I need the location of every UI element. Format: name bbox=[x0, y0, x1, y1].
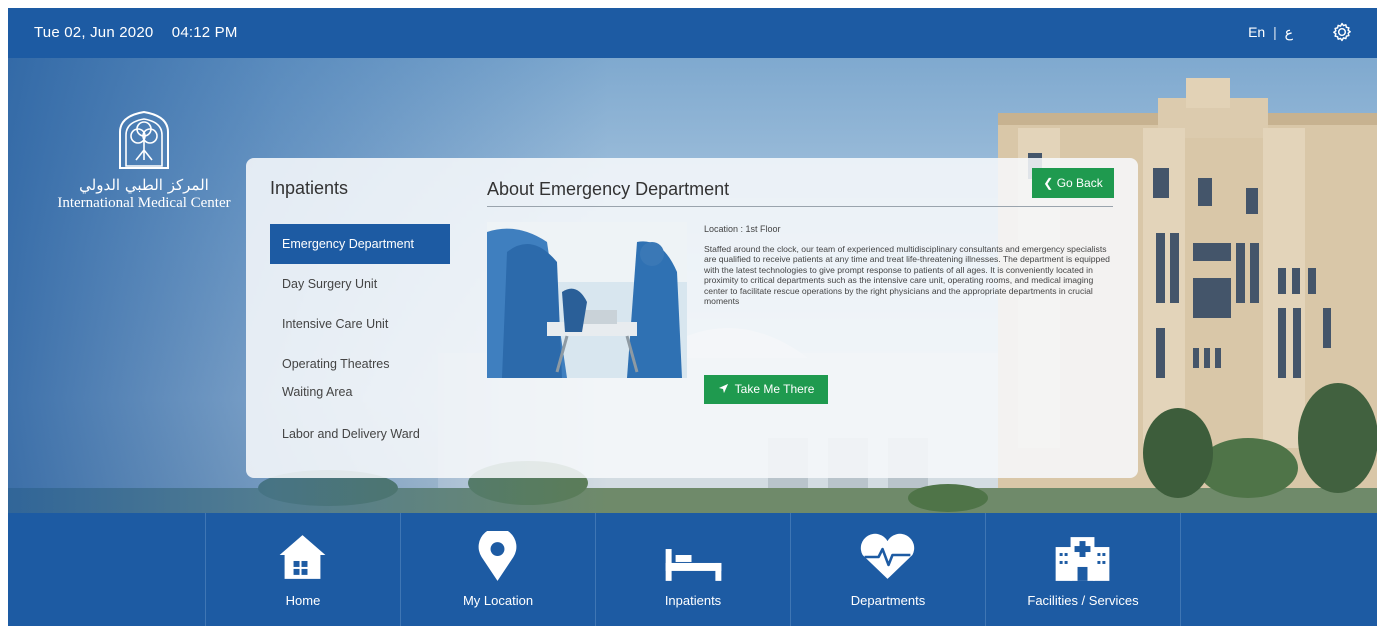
gear-icon[interactable] bbox=[1331, 21, 1353, 43]
emergency-department-photo bbox=[487, 222, 687, 378]
nav-facilities-services-label: Facilities / Services bbox=[1027, 593, 1139, 608]
current-time: 04:12 PM bbox=[171, 24, 238, 41]
go-back-label: Go Back bbox=[1056, 176, 1103, 190]
department-description: Staffed around the clock, our team of ex… bbox=[704, 244, 1110, 307]
inpatients-menu: Emergency Department Day Surgery Unit In… bbox=[270, 224, 450, 454]
nav-my-location-label: My Location bbox=[462, 593, 534, 608]
location-text: Location : 1st Floor bbox=[704, 224, 781, 234]
menu-item-waiting-area[interactable]: Waiting Area bbox=[270, 378, 450, 414]
take-me-there-button[interactable]: Take Me There bbox=[704, 375, 828, 404]
heart-pulse-icon bbox=[860, 533, 915, 579]
menu-item-intensive-care-unit[interactable]: Intensive Care Unit bbox=[270, 304, 450, 344]
nav-my-location[interactable]: My Location bbox=[400, 513, 595, 626]
menu-item-labor-and-delivery-ward[interactable]: Labor and Delivery Ward bbox=[270, 414, 450, 454]
language-switcher: En | ع bbox=[1248, 24, 1293, 41]
current-date: Tue 02, Jun 2020 bbox=[34, 24, 154, 41]
nav-inpatients-label: Inpatients bbox=[664, 593, 722, 608]
menu-item-day-surgery-unit[interactable]: Day Surgery Unit bbox=[270, 264, 450, 304]
logo-english-name: International Medical Center bbox=[57, 195, 231, 211]
imc-logo: المركز الطبي الدولي International Medica… bbox=[44, 110, 244, 212]
bottom-navigation: Home My Location Inpatients Departments … bbox=[8, 513, 1377, 626]
nav-departments-label: Departments bbox=[850, 593, 926, 608]
hospital-icon bbox=[1055, 537, 1110, 581]
language-arabic[interactable]: ع bbox=[1285, 24, 1293, 40]
nav-home[interactable]: Home bbox=[205, 513, 400, 626]
navigation-arrow-icon bbox=[718, 383, 728, 394]
nav-facilities-services[interactable]: Facilities / Services bbox=[985, 513, 1180, 626]
nav-divider bbox=[1180, 513, 1181, 626]
logo-arabic-name: المركز الطبي الدولي bbox=[79, 176, 209, 194]
nav-departments[interactable]: Departments bbox=[790, 513, 985, 626]
chevron-left-icon: ❮ bbox=[1043, 176, 1054, 190]
menu-item-operating-theatres[interactable]: Operating Theatres bbox=[270, 344, 450, 378]
sidebar-title: Inpatients bbox=[270, 178, 349, 198]
content-title: About Emergency Department bbox=[487, 179, 730, 199]
menu-item-emergency-department[interactable]: Emergency Department bbox=[270, 224, 450, 264]
go-back-button[interactable]: ❮ Go Back bbox=[1032, 168, 1114, 198]
date-time: Tue 02, Jun 2020 04:12 PM bbox=[34, 24, 252, 41]
title-divider bbox=[487, 206, 1113, 207]
nav-inpatients[interactable]: Inpatients bbox=[595, 513, 790, 626]
language-english[interactable]: En bbox=[1248, 24, 1265, 40]
bed-icon bbox=[665, 549, 722, 581]
top-bar: Tue 02, Jun 2020 04:12 PM En | ع bbox=[8, 8, 1377, 58]
info-panel: Inpatients Emergency Department Day Surg… bbox=[246, 158, 1138, 478]
home-icon bbox=[279, 535, 326, 579]
location-pin-icon bbox=[478, 531, 517, 581]
kiosk-screen: Tue 02, Jun 2020 04:12 PM En | ع المركز … bbox=[8, 8, 1377, 626]
tree-emblem-icon bbox=[119, 110, 169, 169]
nav-home-label: Home bbox=[285, 593, 321, 608]
take-me-there-label: Take Me There bbox=[734, 382, 815, 396]
language-separator: | bbox=[1273, 24, 1277, 40]
